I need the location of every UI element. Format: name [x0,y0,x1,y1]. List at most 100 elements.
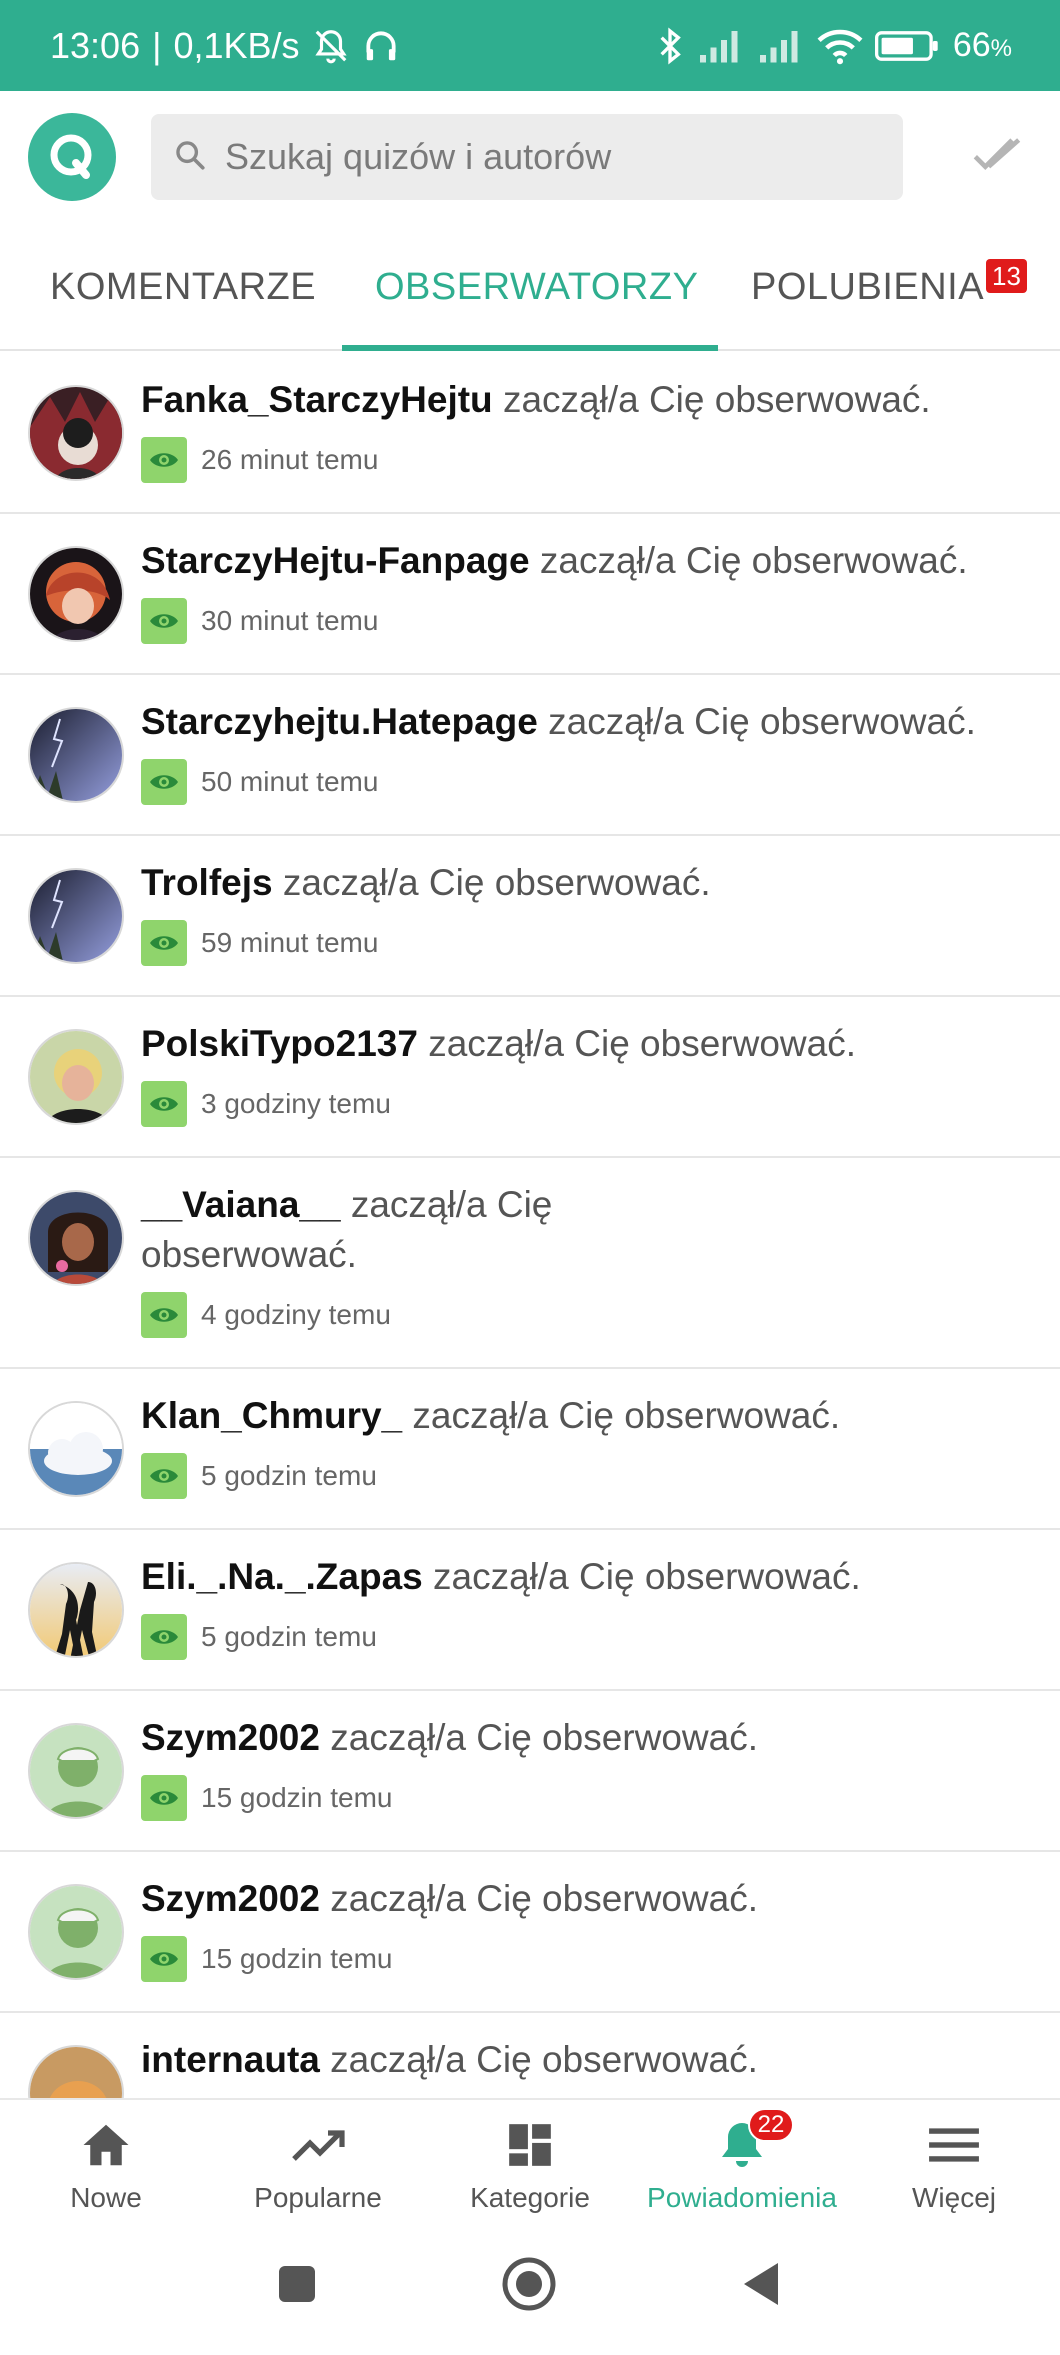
bottom-navigation: Nowe Popularne Kategorie 22 Powiadomieni… [0,2098,1060,2228]
app-logo[interactable] [28,113,116,201]
app-bar: Szukaj quizów i autorów [0,91,1060,223]
trending-icon [290,2114,346,2176]
system-navigation-bar [0,2228,1060,2355]
action-text: zaczął/a Cię obserwować. [330,2039,758,2080]
list-item[interactable]: Klan_Chmury_ zaczął/a Cię obserwować. 5 … [0,1369,1060,1530]
search-icon [173,138,207,177]
active-tab-indicator [342,345,718,351]
avatar[interactable] [28,546,124,642]
action-text: zaczął/a Cię obserwować. [428,1023,856,1064]
nav-popular[interactable]: Popularne [212,2100,424,2228]
timestamp: 59 minut temu [201,927,379,958]
search-placeholder: Szukaj quizów i autorów [225,136,612,177]
signal-icon-2 [757,28,805,64]
username[interactable]: Trolfejs [141,862,273,903]
avatar[interactable] [28,1723,124,1819]
tab-observers[interactable]: OBSERWATORZY [375,223,698,351]
timestamp: 30 minut temu [201,605,379,636]
search-input[interactable]: Szukaj quizów i autorów [151,114,903,200]
circle-icon [500,2255,558,2318]
list-item[interactable]: Eli._.Na._.Zapas zaczął/a Cię obserwować… [0,1530,1060,1691]
mark-all-read-button[interactable] [962,122,1032,192]
avatar[interactable] [28,1190,124,1286]
eye-icon [141,1936,187,1982]
action-text-continued: obserwować. [141,1234,357,1275]
signal-icon [697,28,745,64]
list-item[interactable]: Fanka_StarczyHejtu zaczął/a Cię obserwow… [0,353,1060,514]
tab-likes[interactable]: POLUBIENIA [751,223,984,351]
status-separator: | [152,24,162,66]
tab-comments[interactable]: KOMENTARZE [50,223,316,351]
list-item[interactable]: Szym2002 zaczął/a Cię obserwować. 15 god… [0,1691,1060,1852]
eye-icon [141,1081,187,1127]
notification-list[interactable]: Fanka_StarczyHejtu zaczął/a Cię obserwow… [0,353,1060,2098]
list-item[interactable]: Trolfejs zaczął/a Cię obserwować. 59 min… [0,836,1060,997]
eye-icon [141,437,187,483]
avatar[interactable] [28,1562,124,1658]
timestamp: 4 godziny temu [201,1299,391,1330]
action-text: zaczął/a Cię obserwować. [330,1878,758,1919]
nav-notifications[interactable]: 22 Powiadomienia [636,2100,848,2228]
list-item[interactable]: __Vaiana__ zaczął/a Cię obserwować. 4 go… [0,1158,1060,1369]
username[interactable]: internauta [141,2039,320,2080]
action-text: zaczął/a Cię obserwować. [330,1717,758,1758]
timestamp: 50 minut temu [201,766,379,797]
avatar[interactable] [28,2045,124,2098]
avatar[interactable] [28,1401,124,1497]
home-button[interactable] [499,2256,559,2316]
list-item[interactable]: Szym2002 zaczął/a Cię obserwować. 15 god… [0,1852,1060,2013]
recents-button[interactable] [267,2256,327,2316]
action-text: zaczął/a Cię [350,1184,553,1225]
list-item[interactable]: Starczyhejtu.Hatepage zaczął/a Cię obser… [0,675,1060,836]
eye-icon [141,1453,187,1499]
avatar[interactable] [28,385,124,481]
likes-count-badge: 13 [986,259,1027,293]
username[interactable]: Eli._.Na._.Zapas [141,1556,423,1597]
nav-more[interactable]: Więcej [848,2100,1060,2228]
username[interactable]: PolskiTypo2137 [141,1023,418,1064]
battery-percent: 66% [952,26,1012,64]
nav-categories[interactable]: Kategorie [424,2100,636,2228]
username[interactable]: Szym2002 [141,1878,320,1919]
action-text: zaczął/a Cię obserwować. [412,1395,841,1436]
username[interactable]: Starczyhejtu.Hatepage [141,701,538,742]
list-item[interactable]: PolskiTypo2137 zaczął/a Cię obserwować. … [0,997,1060,1158]
avatar[interactable] [28,868,124,964]
username[interactable]: Klan_Chmury_ [141,1395,402,1436]
timestamp: 5 godzin temu [201,1460,377,1491]
timestamp: 15 godzin temu [201,1943,393,1974]
timestamp: 26 minut temu [201,444,379,475]
action-text: zaczął/a Cię obserwować. [539,540,968,581]
bluetooth-icon [655,26,685,66]
list-item[interactable]: StarczyHejtu-Fanpage zaczął/a Cię obserw… [0,514,1060,675]
square-icon [277,2264,317,2309]
avatar[interactable] [28,1884,124,1980]
nav-new[interactable]: Nowe [0,2100,212,2228]
eye-icon [141,1292,187,1338]
list-item[interactable]: internauta zaczął/a Cię obserwować. [0,2013,1060,2098]
nav-label: Kategorie [470,2182,590,2213]
action-text: zaczął/a Cię obserwować. [282,862,711,903]
action-text: zaczął/a Cię obserwować. [502,379,931,420]
menu-icon [927,2114,981,2176]
username[interactable]: __Vaiana__ [141,1184,341,1225]
eye-icon [141,759,187,805]
action-text: zaczął/a Cię obserwować. [433,1556,861,1597]
headset-icon [362,27,400,65]
avatar[interactable] [28,707,124,803]
eye-icon [141,598,187,644]
username[interactable]: StarczyHejtu-Fanpage [141,540,530,581]
avatar[interactable] [28,1029,124,1125]
wifi-icon [817,27,863,65]
tab-bar: KOMENTARZE OBSERWATORZY POLUBIENIA 13 [0,223,1060,351]
battery-icon [874,29,941,63]
back-button[interactable] [731,2256,791,2316]
notifications-count-badge: 22 [748,2108,794,2142]
timestamp: 3 godziny temu [201,1088,391,1119]
muted-bell-icon [312,27,350,65]
network-speed: 0,1KB/s [173,24,300,66]
username[interactable]: Szym2002 [141,1717,320,1758]
nav-label: Popularne [254,2182,382,2213]
username[interactable]: Fanka_StarczyHejtu [141,379,493,420]
timestamp: 5 godzin temu [201,1621,377,1652]
